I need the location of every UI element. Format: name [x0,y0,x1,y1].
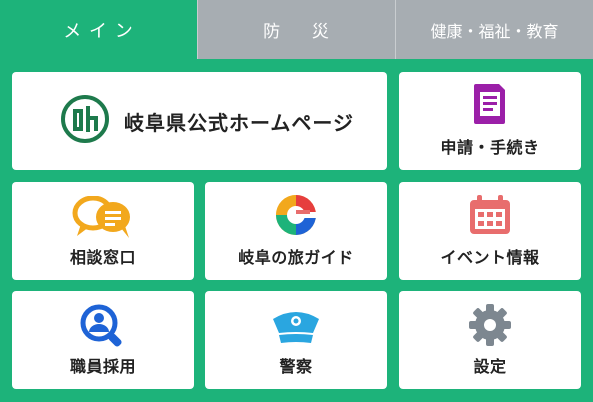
calendar-icon [468,194,512,240]
police-label: 警察 [279,357,313,376]
police-tile[interactable]: 警察 [205,291,387,389]
settings-label: 設定 [473,357,507,376]
gear-icon [468,303,512,351]
person-search-icon [79,303,127,353]
consultation-tile[interactable]: 相談窓口 [12,182,194,280]
colorful-g-logo-icon [273,192,319,242]
home-page-tile[interactable]: 岐阜県公式ホームページ [12,72,387,170]
gifu-prefecture-emblem-icon [60,94,110,148]
application-procedures-tile[interactable]: 申請・手続き [399,72,581,170]
tab-bar: メ イ ン 防 災 健康・福祉・教育 [0,0,593,59]
application-procedures-label: 申請・手続き [440,138,540,157]
consultation-label: 相談窓口 [69,248,136,267]
police-badge-icon [269,305,323,351]
staff-recruitment-tile[interactable]: 職員採用 [12,291,194,389]
tab-main[interactable]: メ イ ン [0,0,197,59]
document-icon [473,82,507,130]
event-info-label: イベント情報 [440,248,540,267]
tab-health-welfare-education[interactable]: 健康・福祉・教育 [396,0,593,59]
staff-recruitment-label: 職員採用 [69,357,136,376]
home-page-label: 岐阜県公式ホームページ [124,110,354,135]
tab-disaster-prevention[interactable]: 防 災 [198,0,395,59]
settings-tile[interactable]: 設定 [399,291,581,389]
tourism-guide-label: 岐阜の旅ガイド [238,248,354,267]
event-info-tile[interactable]: イベント情報 [399,182,581,280]
tourism-guide-tile[interactable]: 岐阜の旅ガイド [205,182,387,280]
chat-bubbles-icon [71,195,135,244]
